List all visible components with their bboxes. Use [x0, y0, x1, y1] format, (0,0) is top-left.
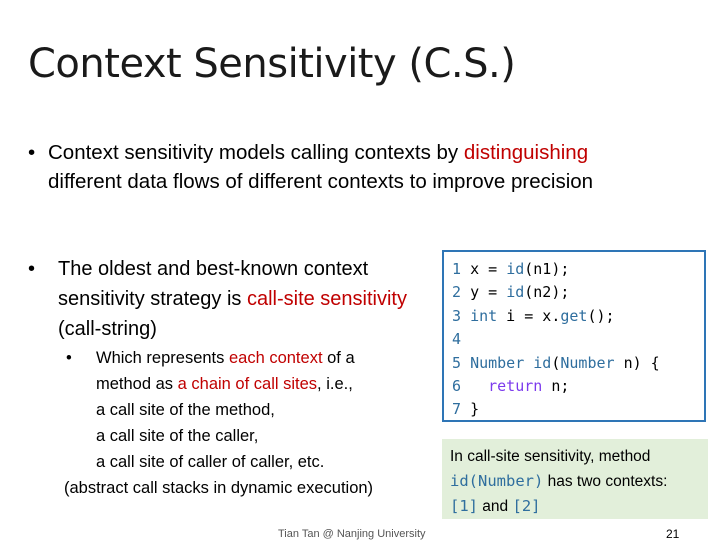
note-line1: In call-site sensitivity, method [450, 448, 651, 465]
sub-text: , i.e., [317, 375, 353, 393]
code-line-2: 2 y = id(n2); [452, 283, 570, 302]
sub-line-1: Which represents each context of a [96, 345, 438, 371]
line-number: 2 [452, 283, 462, 302]
line-number: 5 [452, 353, 462, 372]
code-line-4: 4 [452, 328, 704, 351]
sub-line-4: a call site of the caller, [96, 427, 259, 445]
note-context-2: [2] [512, 497, 541, 515]
code-line-3: 3 int i = x.get(); [452, 306, 615, 325]
code-line-7: 7 } [452, 400, 480, 419]
bullet-context-sensitivity: • Context sensitivity models calling con… [28, 138, 708, 196]
bullet-call-site: • The oldest and best-known context sens… [28, 254, 438, 344]
note-code-id-number: id(Number) [450, 472, 544, 490]
sub-bullet: • Which represents each context of a met… [64, 345, 438, 501]
highlight-chain-of-call-sites: a chain of call sites [177, 375, 318, 393]
sub-bullet-dot: • [66, 349, 72, 367]
sub-line-2: method as a chain of call sites, i.e., [96, 371, 438, 397]
code-line-1: 1 x = id(n1); [452, 260, 570, 278]
highlight-call-site-sensitivity: call-site sensitivity [246, 288, 407, 310]
bullet-dot: • [28, 258, 36, 280]
line-number: 3 [452, 306, 462, 325]
line-number: 1 [452, 260, 462, 278]
sub-text: of a [322, 349, 355, 367]
bullet-text: The oldest and best-known context sensit… [58, 254, 438, 344]
note-line2: has two contexts: [543, 473, 668, 490]
code-box: 1 x = id(n1); 2 y = id(n2); 3 int i = x.… [442, 250, 706, 422]
bullet-text: Context sensitivity models calling conte… [48, 138, 708, 196]
sub-line-6: (abstract call stacks in dynamic executi… [64, 479, 374, 497]
line-number: 4 [452, 330, 462, 349]
note-and: and [478, 498, 513, 515]
sub-text: method as [96, 375, 178, 393]
note-box: In call-site sensitivity, method id(Numb… [442, 439, 708, 519]
line-number: 7 [452, 400, 462, 419]
sub-text: Which represents [96, 349, 229, 367]
slide: Context Sensitivity (C.S.) • Context sen… [0, 0, 728, 559]
bullet-dot: • [28, 141, 36, 164]
bullet-text-part1: Context sensitivity models calling conte… [48, 141, 464, 164]
slide-title: Context Sensitivity (C.S.) [28, 41, 516, 87]
code-line-6: 6 return n; [452, 377, 570, 396]
note-context-1: [1] [450, 497, 478, 515]
sub-line-5: a call site of caller of caller, etc. [96, 453, 325, 471]
bullet2-part2: (call-string) [58, 318, 157, 340]
code-line-5: 5 Number id(Number n) { [452, 353, 660, 372]
line-number: 6 [452, 377, 462, 396]
page-number: 21 [666, 527, 680, 541]
highlight-each-context: each context [228, 349, 323, 367]
bullet-text-part2: different data flows of different contex… [48, 170, 594, 193]
footer-credit: Tian Tan @ Nanjing University [278, 528, 426, 540]
sub-line-3: a call site of the method, [96, 401, 275, 419]
highlight-distinguishing: distinguishing [463, 141, 589, 164]
